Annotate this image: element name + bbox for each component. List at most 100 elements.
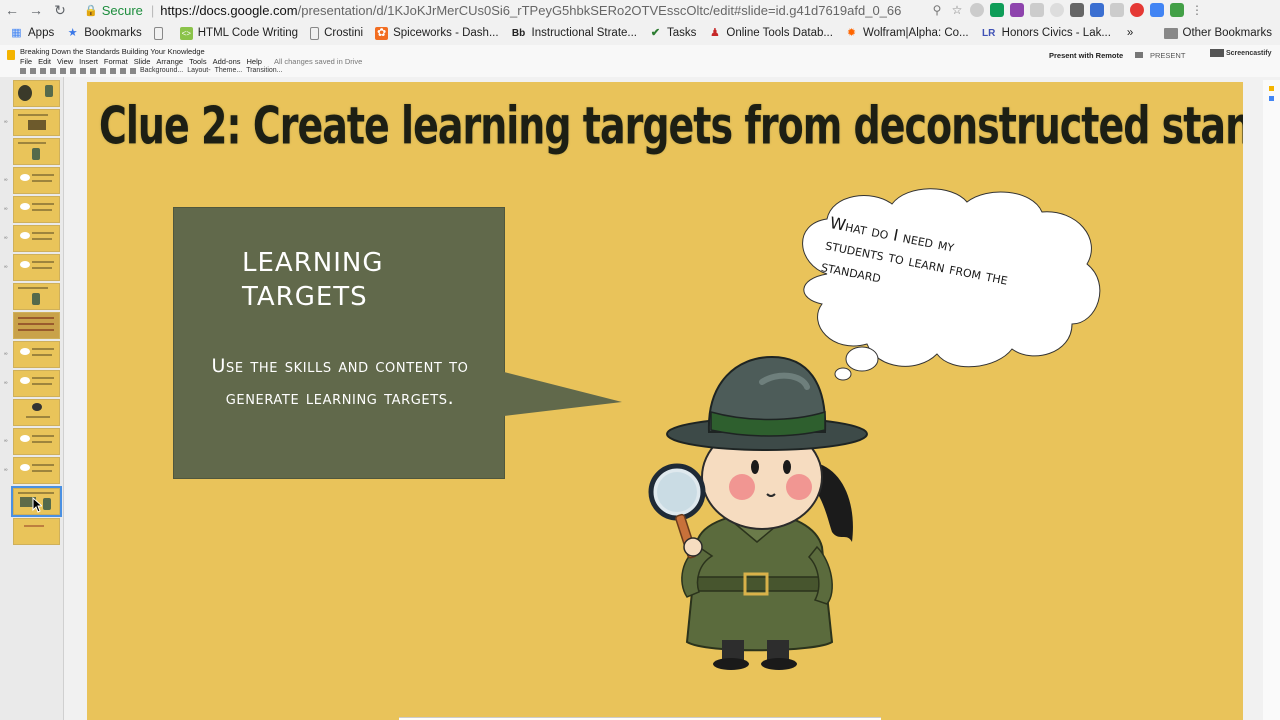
thumb-line	[24, 525, 44, 527]
cloud-icon[interactable]	[1030, 3, 1044, 17]
bookmark-instructional-strategies[interactable]: Bb Instructional Strate...	[511, 27, 637, 40]
tasks-icon[interactable]	[1170, 3, 1184, 17]
slide-thumbnail[interactable]: ∞	[4, 457, 61, 484]
bookmark-crostini[interactable]: Crostini	[310, 26, 363, 40]
slide-thumbnail[interactable]: ∞	[4, 196, 61, 223]
slide-thumbnail[interactable]: ∞	[4, 370, 61, 397]
present-with-remote-button[interactable]: Present with Remote	[1049, 51, 1123, 60]
bookmark-page[interactable]	[153, 26, 168, 40]
right-side-panel	[1263, 80, 1280, 720]
bookmark-tasks[interactable]: ✔ Tasks	[649, 26, 697, 40]
menu-help[interactable]: Help	[247, 57, 262, 66]
calendar-icon[interactable]	[1269, 96, 1274, 101]
record-icon[interactable]	[1130, 3, 1144, 17]
slide-thumbnail[interactable]	[4, 312, 61, 339]
slide-thumbnail[interactable]	[4, 138, 61, 165]
star-icon[interactable]: ☆	[950, 3, 964, 17]
editor-toolbar: Background... Layout- Theme... Transitio…	[20, 67, 283, 74]
thumb-line	[32, 348, 54, 350]
present-button[interactable]: PRESENT	[1150, 51, 1185, 60]
document-title[interactable]: Breaking Down the Standards Building You…	[20, 47, 205, 56]
menu-file[interactable]: File	[20, 57, 32, 66]
check-icon: ✔	[650, 26, 661, 39]
menu-tools[interactable]: Tools	[189, 57, 207, 66]
slide-thumbnail[interactable]: ∞	[4, 341, 61, 368]
camera-icon[interactable]	[1090, 3, 1104, 17]
paint-format-icon[interactable]	[60, 67, 66, 74]
box-body-text: Use the skills and content to generate l…	[211, 355, 469, 409]
bookmark-wolfram-alpha[interactable]: ✹ Wolfram|Alpha: Co...	[845, 27, 969, 40]
bookmark-spiceworks[interactable]: ✿ Spiceworks - Dash...	[375, 26, 499, 40]
onenote-icon[interactable]	[1010, 3, 1024, 17]
theme-button[interactable]: Theme...	[215, 67, 243, 74]
qr-icon[interactable]	[1070, 3, 1084, 17]
bookmark-label: Apps	[28, 27, 55, 39]
slides-logo-icon[interactable]	[7, 50, 15, 60]
redo-icon[interactable]	[40, 67, 46, 74]
zoom-icon[interactable]	[70, 67, 76, 74]
slide-thumbnail[interactable]: ∞	[4, 109, 61, 136]
search-icon[interactable]: ⚲	[930, 3, 944, 17]
bookmark-label: Honors Civics - Lak...	[1001, 27, 1111, 39]
slide-thumbnail[interactable]: ∞	[4, 167, 61, 194]
keep-icon[interactable]	[1269, 86, 1274, 91]
shape-icon[interactable]	[110, 67, 116, 74]
print-icon[interactable]	[50, 67, 56, 74]
line-icon[interactable]	[120, 67, 126, 74]
slide-thumbnail[interactable]	[4, 399, 61, 426]
help-icon[interactable]	[1050, 3, 1064, 17]
thumb-line	[18, 287, 48, 289]
drive-icon[interactable]	[990, 3, 1004, 17]
menu-edit[interactable]: Edit	[38, 57, 51, 66]
extension-icon[interactable]	[970, 3, 984, 17]
menu-insert[interactable]: Insert	[79, 57, 98, 66]
menu-format[interactable]: Format	[104, 57, 128, 66]
slide-title[interactable]: Clue 2: Create learning targets from dec…	[99, 96, 1243, 155]
menu-slide[interactable]: Slide	[134, 57, 151, 66]
link-icon: ∞	[4, 206, 8, 212]
comments-icon[interactable]	[1135, 52, 1143, 58]
learning-targets-box[interactable]: LEARNING TARGETS Use the skills and cont…	[173, 207, 505, 479]
slide-thumbnail[interactable]	[4, 283, 61, 310]
lock-icon: 🔒	[84, 4, 98, 17]
thumb-cloud	[20, 232, 30, 239]
layout-button[interactable]: Layout-	[187, 67, 210, 74]
slide-thumbnail[interactable]: ∞	[4, 428, 61, 455]
menu-arrange[interactable]: Arrange	[156, 57, 183, 66]
transition-button[interactable]: Transition...	[246, 67, 282, 74]
lr-icon: LR	[981, 27, 996, 39]
slide-thumbnail[interactable]: ∞	[4, 225, 61, 252]
background-button[interactable]: Background...	[140, 67, 183, 74]
bookmark-label: Instructional Strate...	[531, 27, 637, 39]
undo-icon[interactable]	[30, 67, 36, 74]
code-icon: <>	[179, 26, 193, 40]
back-icon[interactable]: ←	[0, 0, 24, 20]
thumb-cloud	[20, 435, 30, 442]
forward-icon[interactable]: →	[24, 0, 48, 20]
bookmark-online-tools[interactable]: ♟ Online Tools Datab...	[708, 27, 833, 40]
slide-thumbnail[interactable]: ∞	[4, 254, 61, 281]
other-bookmarks[interactable]: Other Bookmarks	[1163, 22, 1272, 44]
image-icon[interactable]	[100, 67, 106, 74]
screencastify-label: Screencastify	[1226, 49, 1272, 57]
menu-view[interactable]: View	[57, 57, 73, 66]
bookmark-honors-civics[interactable]: LR Honors Civics - Lak...	[981, 27, 1111, 40]
puzzle-icon[interactable]	[1110, 3, 1124, 17]
bookmark-html-code-writing[interactable]: <> HTML Code Writing	[179, 26, 298, 40]
bookmark-label: Online Tools Datab...	[726, 27, 833, 39]
slide-thumbnail[interactable]	[4, 518, 61, 545]
slide-thumbnail[interactable]	[4, 80, 61, 107]
bookmark-bookmarks[interactable]: ★ Bookmarks	[66, 27, 142, 40]
address-bar[interactable]: 🔒 Secure | https://docs.google.com/prese…	[84, 1, 982, 19]
translate-icon[interactable]	[1150, 3, 1164, 17]
add-slide-icon[interactable]	[20, 67, 26, 74]
slide-canvas[interactable]: Clue 2: Create learning targets from dec…	[87, 82, 1243, 720]
comment-icon[interactable]	[130, 67, 136, 74]
reload-icon[interactable]: ↻	[48, 0, 72, 20]
menu-addons[interactable]: Add-ons	[213, 57, 241, 66]
menu-icon[interactable]: ⋮	[1190, 3, 1204, 17]
bookmark-apps[interactable]: ▦ Apps	[10, 27, 54, 40]
bookmarks-overflow-button[interactable]: »	[1127, 27, 1133, 39]
textbox-icon[interactable]	[90, 67, 96, 74]
select-icon[interactable]	[80, 67, 86, 74]
